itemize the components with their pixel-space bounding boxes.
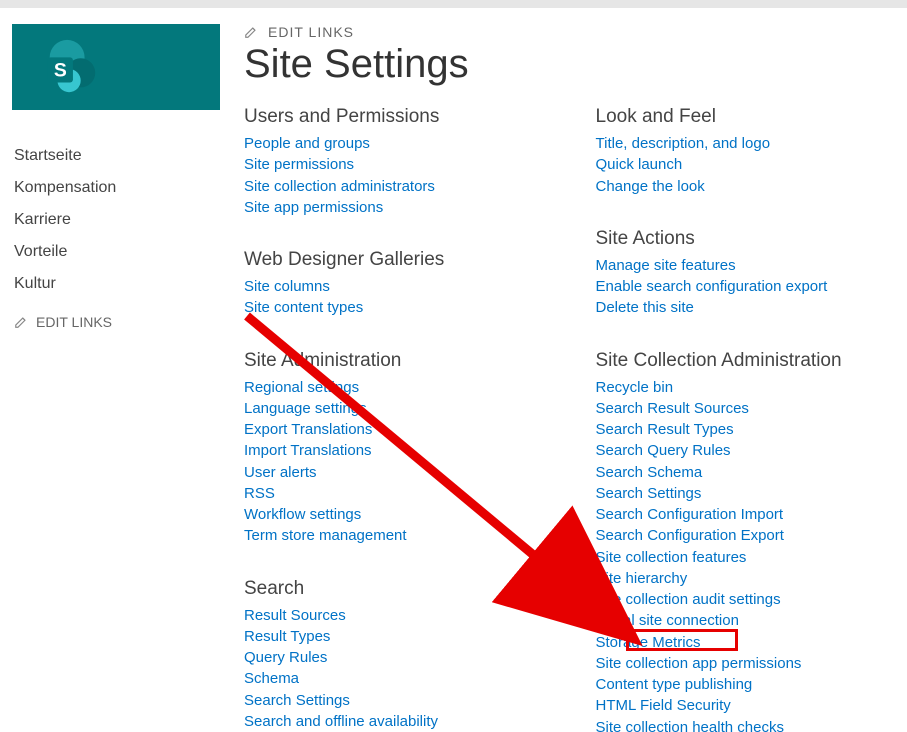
left-column-container: S Startseite Kompensation Karriere Vorte… — [12, 24, 242, 732]
pencil-icon — [14, 315, 28, 329]
link-people-and-groups[interactable]: People and groups — [244, 134, 556, 155]
link-site-collection-administrators[interactable]: Site collection administrators — [244, 177, 556, 198]
pencil-icon — [244, 25, 258, 39]
group-title: Site Administration — [244, 350, 556, 372]
group-title: Users and Permissions — [244, 106, 556, 128]
nav-item-vorteile[interactable]: Vorteile — [14, 236, 242, 268]
link-content-type-publishing[interactable]: Content type publishing — [596, 675, 907, 696]
link-search-result-types[interactable]: Search Result Types — [596, 420, 907, 441]
link-site-columns[interactable]: Site columns — [244, 277, 556, 298]
link-search-configuration-import[interactable]: Search Configuration Import — [596, 505, 907, 526]
link-search-and-offline-availability[interactable]: Search and offline availability — [244, 712, 556, 732]
edit-links-side-label: EDIT LINKS — [36, 314, 112, 330]
header-block: EDIT LINKS Site Settings — [244, 24, 907, 88]
link-site-hierarchy[interactable]: Site hierarchy — [596, 569, 907, 590]
top-bar — [0, 0, 907, 8]
link-rss[interactable]: RSS — [244, 484, 556, 505]
link-workflow-settings[interactable]: Workflow settings — [244, 505, 556, 526]
group-search: Search Result Sources Result Types Query… — [244, 578, 556, 732]
group-site-administration: Site Administration Regional settings La… — [244, 350, 556, 548]
site-logo[interactable]: S — [12, 24, 220, 110]
link-result-types[interactable]: Result Types — [244, 627, 556, 648]
main-content: EDIT LINKS Site Settings Users and Permi… — [242, 24, 907, 732]
link-html-field-security[interactable]: HTML Field Security — [596, 696, 907, 717]
group-title: Look and Feel — [596, 106, 907, 128]
svg-text:S: S — [54, 60, 67, 82]
link-manage-site-features[interactable]: Manage site features — [596, 256, 907, 277]
link-change-the-look[interactable]: Change the look — [596, 177, 907, 198]
link-search-configuration-export[interactable]: Search Configuration Export — [596, 526, 907, 547]
edit-links-side[interactable]: EDIT LINKS — [14, 314, 242, 330]
group-title: Site Actions — [596, 228, 907, 250]
link-delete-this-site[interactable]: Delete this site — [596, 298, 907, 319]
link-site-collection-audit-settings[interactable]: Site collection audit settings — [596, 590, 907, 611]
group-web-designer-galleries: Web Designer Galleries Site columns Site… — [244, 249, 556, 320]
nav-item-startseite[interactable]: Startseite — [14, 140, 242, 172]
page-title: Site Settings — [244, 40, 907, 88]
link-site-collection-features[interactable]: Site collection features — [596, 548, 907, 569]
link-search-result-sources[interactable]: Search Result Sources — [596, 399, 907, 420]
edit-links-top-label: EDIT LINKS — [268, 24, 354, 40]
left-nav: Startseite Kompensation Karriere Vorteil… — [12, 140, 242, 330]
group-site-actions: Site Actions Manage site features Enable… — [596, 228, 907, 320]
group-site-collection-administration: Site Collection Administration Recycle b… — [596, 350, 907, 732]
sharepoint-icon: S — [40, 36, 102, 98]
link-query-rules[interactable]: Query Rules — [244, 648, 556, 669]
group-users-permissions: Users and Permissions People and groups … — [244, 106, 556, 219]
group-title: Site Collection Administration — [596, 350, 907, 372]
link-language-settings[interactable]: Language settings — [244, 399, 556, 420]
link-portal-site-connection[interactable]: Portal site connection — [596, 611, 907, 632]
settings-col-left: Users and Permissions People and groups … — [244, 106, 556, 732]
page-container: S Startseite Kompensation Karriere Vorte… — [0, 8, 907, 732]
link-export-translations[interactable]: Export Translations — [244, 420, 556, 441]
settings-col-right: Look and Feel Title, description, and lo… — [596, 106, 907, 732]
link-title-description-logo[interactable]: Title, description, and logo — [596, 134, 907, 155]
link-recycle-bin[interactable]: Recycle bin — [596, 378, 907, 399]
link-result-sources[interactable]: Result Sources — [244, 606, 556, 627]
link-term-store-management[interactable]: Term store management — [244, 526, 556, 547]
link-site-collection-health-checks[interactable]: Site collection health checks — [596, 718, 907, 732]
nav-item-karriere[interactable]: Karriere — [14, 204, 242, 236]
link-import-translations[interactable]: Import Translations — [244, 441, 556, 462]
settings-columns: Users and Permissions People and groups … — [244, 106, 907, 732]
link-search-settings-sc[interactable]: Search Settings — [596, 484, 907, 505]
link-storage-metrics[interactable]: Storage Metrics — [596, 633, 907, 654]
link-site-permissions[interactable]: Site permissions — [244, 155, 556, 176]
group-title: Web Designer Galleries — [244, 249, 556, 271]
group-title: Search — [244, 578, 556, 600]
link-search-settings[interactable]: Search Settings — [244, 691, 556, 712]
link-user-alerts[interactable]: User alerts — [244, 463, 556, 484]
link-schema[interactable]: Schema — [244, 669, 556, 690]
link-quick-launch[interactable]: Quick launch — [596, 155, 907, 176]
link-regional-settings[interactable]: Regional settings — [244, 378, 556, 399]
link-site-content-types[interactable]: Site content types — [244, 298, 556, 319]
link-site-collection-app-permissions[interactable]: Site collection app permissions — [596, 654, 907, 675]
nav-item-kultur[interactable]: Kultur — [14, 268, 242, 300]
link-search-schema[interactable]: Search Schema — [596, 463, 907, 484]
link-search-query-rules[interactable]: Search Query Rules — [596, 441, 907, 462]
edit-links-top[interactable]: EDIT LINKS — [244, 24, 907, 40]
group-look-and-feel: Look and Feel Title, description, and lo… — [596, 106, 907, 198]
link-site-app-permissions[interactable]: Site app permissions — [244, 198, 556, 219]
nav-item-kompensation[interactable]: Kompensation — [14, 172, 242, 204]
link-enable-search-configuration-export[interactable]: Enable search configuration export — [596, 277, 907, 298]
